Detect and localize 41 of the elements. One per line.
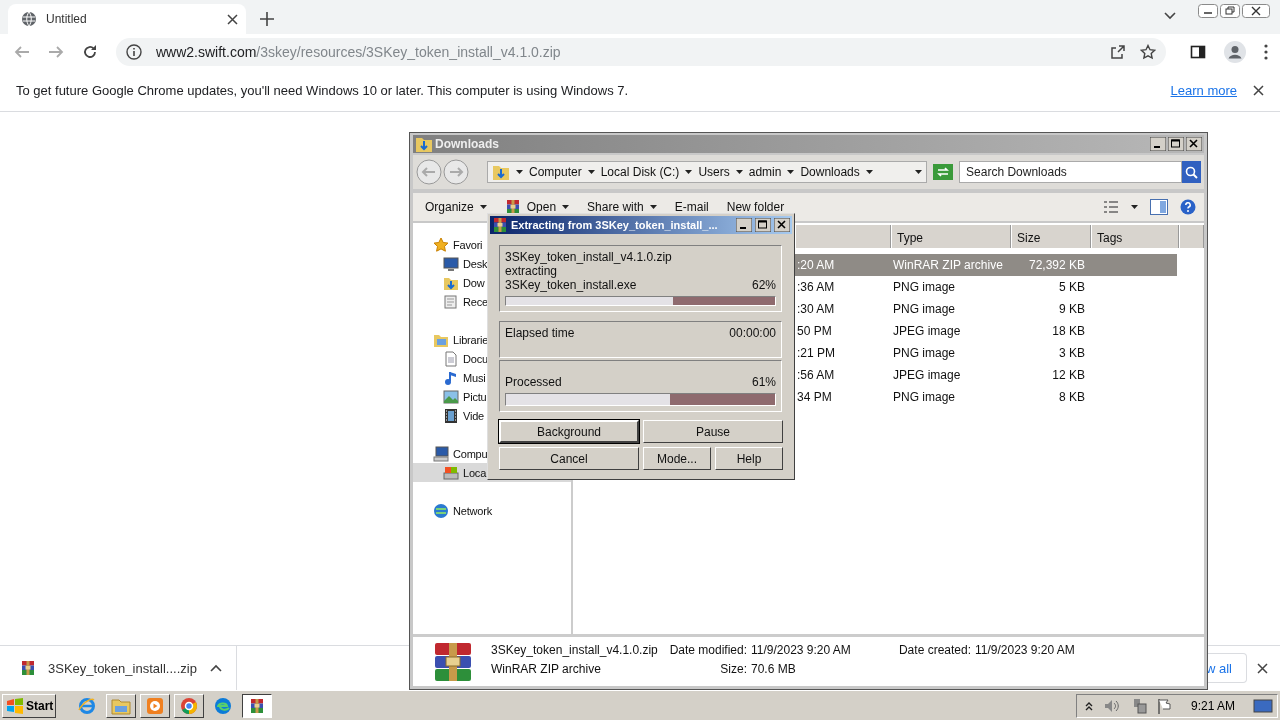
infobar-message: To get future Google Chrome updates, you'll need Windows 10 or later. This computer is using Windows 7. [16, 83, 630, 98]
table-cell-text: :30 AM [796, 302, 836, 316]
table-cell-text: JPEG image [892, 324, 962, 338]
table-cell-text: WinRAR ZIP archive [892, 258, 1004, 272]
window-title: Extracting from 3SKey_token_install_... [511, 219, 719, 231]
field-label: Date modified: [668, 642, 747, 659]
table-cell-text: 9 KB [1058, 302, 1086, 316]
table-cell-text: 34 PM [796, 390, 833, 404]
field-value: 11/9/2023 9:20 AM [751, 642, 852, 659]
clock: 9:21 AM [1190, 698, 1235, 713]
table-cell-text: :56 AM [796, 368, 836, 382]
table-cell-text: :20 AM [796, 258, 836, 272]
percent-text: 62% [751, 278, 776, 292]
table-cell-text: 18 KB [1051, 324, 1086, 338]
table-cell-text: PNG image [892, 302, 957, 316]
table-cell-text: 3 KB [1058, 346, 1086, 360]
table-cell-text: 8 KB [1058, 390, 1086, 404]
status-text: extracting [505, 264, 559, 278]
url-text: www2.swift.com/3skey/resources/3SKey_token_install_v4.1.0.zip [156, 44, 562, 60]
file-type: WinRAR ZIP archive [491, 661, 602, 678]
field-value: 00:00:00 [729, 326, 776, 342]
percent-text: 61% [751, 375, 776, 389]
table-cell-text: 12 KB [1051, 368, 1086, 382]
field-value: 70.6 MB [751, 661, 797, 678]
table-cell-text: PNG image [892, 390, 957, 404]
table-cell-text: 5 KB [1058, 280, 1086, 294]
table-cell-text: :36 AM [796, 280, 836, 294]
field-label: Elapsed time [505, 326, 575, 342]
field-label: Size: [719, 661, 747, 678]
field-label: Date created: [897, 642, 971, 659]
file-name: 3SKey_token_install.exe [505, 278, 637, 292]
table-cell-text: PNG image [892, 346, 957, 360]
table-cell-text: PNG image [892, 280, 957, 294]
table-cell-text: 72,392 KB [1027, 258, 1086, 272]
field-value: 11/9/2023 9:20 AM [975, 642, 1076, 659]
file-name: 3SKey_token_install_v4.1.0.zip [491, 642, 659, 659]
field-label: Processed [505, 375, 562, 389]
table-cell-text: JPEG image [892, 368, 962, 382]
table-cell-text: 50 PM [796, 324, 833, 338]
table-cell-text: :21 PM [796, 346, 836, 360]
window-title: Downloads [435, 137, 500, 151]
